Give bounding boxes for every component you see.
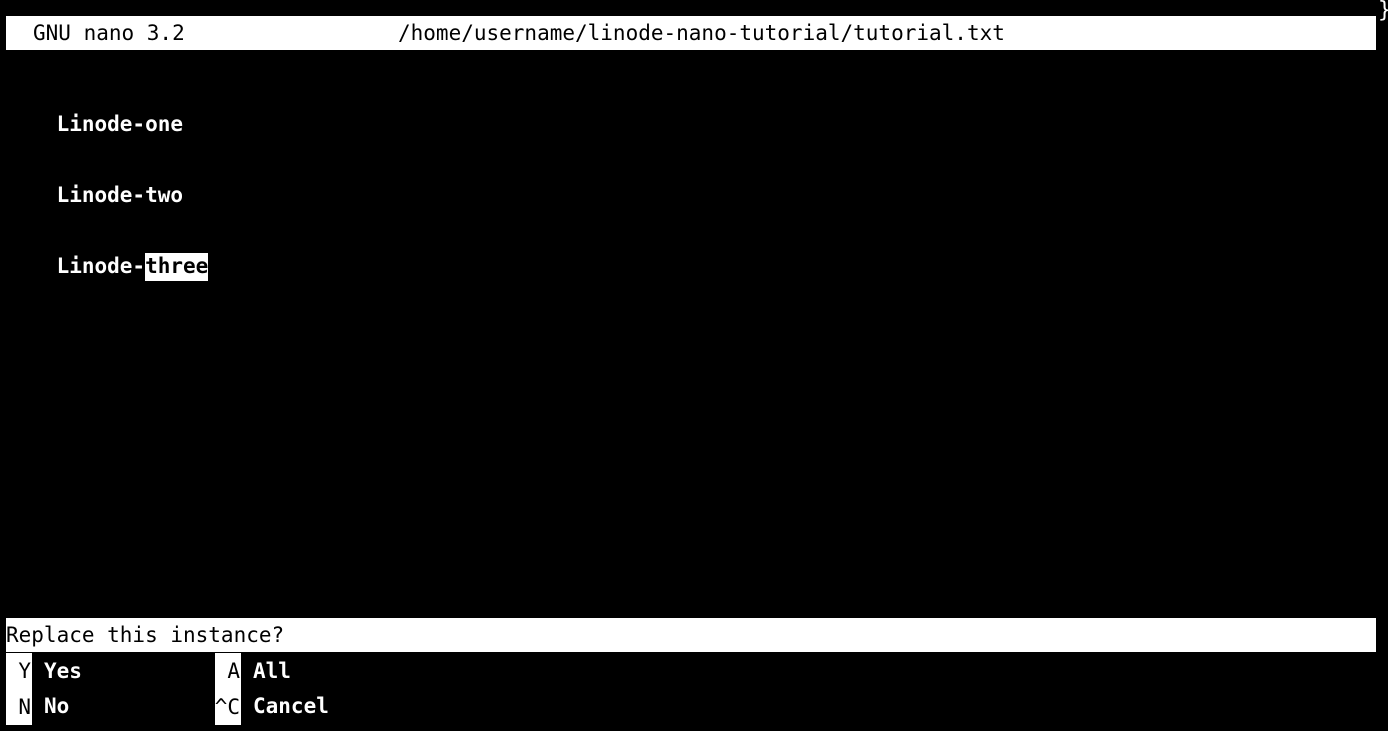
shortcut-key-no[interactable]: N (6, 689, 32, 725)
file-path: /home/username/linode-nano-tutorial/tuto… (398, 21, 1005, 45)
shortcut-label-all[interactable]: All (253, 661, 291, 682)
shortcut-label-yes[interactable]: Yes (44, 661, 82, 682)
prompt-bar: Replace this instance? (6, 618, 1376, 652)
editor-line[interactable]: Linode-two (6, 164, 183, 227)
editor-line[interactable]: Linode-one (6, 93, 183, 156)
terminal-window: } GNU nano 3.2 /home/username/linode-nan… (0, 0, 1388, 731)
search-match-highlight: three (145, 253, 209, 281)
line-text: Linode- (56, 254, 146, 278)
corner-bracket-icon: } (1378, 0, 1388, 30)
shortcut-label-cancel[interactable]: Cancel (253, 696, 329, 717)
shortcut-key-yes[interactable]: Y (6, 653, 32, 689)
editor-line[interactable]: Linode-three (6, 235, 209, 302)
prompt-text: Replace this instance? (6, 623, 285, 647)
shortcut-key-all[interactable]: A (215, 653, 241, 689)
app-version: GNU nano 3.2 (33, 21, 185, 45)
shortcut-label-no[interactable]: No (44, 696, 69, 717)
line-text: Linode-one (56, 112, 184, 136)
title-bar: GNU nano 3.2 /home/username/linode-nano-… (6, 16, 1376, 50)
shortcut-key-cancel[interactable]: ^C (215, 689, 241, 725)
line-text: Linode-two (56, 183, 184, 207)
